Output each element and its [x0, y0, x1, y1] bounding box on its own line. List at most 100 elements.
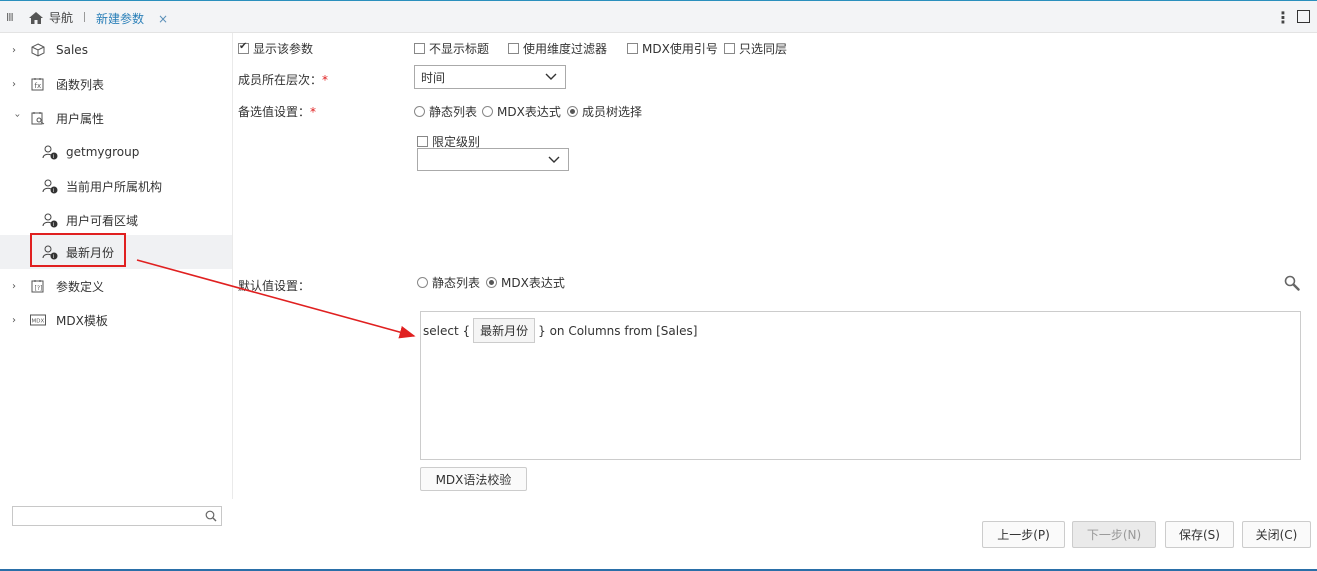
- more-options-icon[interactable]: ⋮: [1275, 8, 1291, 27]
- member-level-value: 时间: [421, 71, 446, 85]
- required-mark: *: [322, 73, 329, 87]
- tree-search-input[interactable]: [12, 506, 222, 526]
- candidate-option-label: 静态列表: [429, 105, 478, 119]
- tab-new-parameter[interactable]: 新建参数 ×: [96, 10, 168, 27]
- chevron-down-icon[interactable]: ›: [12, 113, 23, 123]
- checkbox-checked-icon[interactable]: [238, 41, 249, 54]
- tab-bar: III 导航 新建参数 × ⋮: [0, 0, 1317, 33]
- mdx-param-token[interactable]: 最新月份: [473, 318, 536, 343]
- tab-home[interactable]: 导航: [28, 9, 73, 26]
- tree-item-user-area[interactable]: i 用户可看区域: [0, 203, 232, 237]
- use-dimension-filter-label: 使用维度过滤器: [523, 42, 608, 56]
- tree-item-getmygroup[interactable]: i getmygroup: [0, 135, 232, 169]
- tree-item-label: 参数定义: [56, 279, 105, 294]
- tree-item-label: getmygroup: [66, 145, 140, 159]
- user-attribute-icon: [30, 110, 46, 126]
- radio-icon[interactable]: [417, 277, 428, 288]
- checkbox-icon[interactable]: [508, 43, 519, 54]
- only-same-level-label: 只选同层: [739, 42, 788, 56]
- maximize-icon[interactable]: [1297, 10, 1310, 23]
- limit-level-label: 限定级别: [432, 135, 481, 149]
- tree-item-user-attributes[interactable]: › 用户属性: [0, 101, 232, 135]
- search-icon[interactable]: [205, 510, 217, 522]
- tree-item-label: 用户可看区域: [66, 213, 139, 228]
- tab-divider: [84, 12, 85, 22]
- default-option-label: 静态列表: [432, 276, 481, 290]
- candidate-label-text: 备选值设置：: [238, 105, 311, 119]
- default-label: 默认值设置：: [238, 279, 311, 293]
- radio-icon[interactable]: [414, 106, 425, 117]
- candidate-member-tree-radio[interactable]: 成员树选择: [567, 103, 642, 120]
- tab-new-parameter-label: 新建参数: [96, 12, 145, 26]
- limit-level-select[interactable]: [417, 148, 569, 171]
- mdx-use-quotes-label: MDX使用引号: [642, 42, 718, 56]
- mdx-expression-editor[interactable]: select { 最新月份 } on Columns from [Sales]: [420, 311, 1301, 460]
- checkbox-icon[interactable]: [627, 43, 638, 54]
- chevron-right-icon[interactable]: ›: [12, 79, 22, 90]
- tree-item-label: 函数列表: [56, 77, 105, 92]
- function-list-icon: fx: [30, 76, 46, 92]
- tree-item-label: Sales: [56, 43, 88, 57]
- menu-toggle-icon[interactable]: III: [6, 11, 14, 24]
- home-icon: [29, 11, 43, 24]
- tree-item-label: MDX模板: [56, 313, 108, 328]
- chevron-right-icon[interactable]: ›: [12, 315, 22, 326]
- default-static-radio[interactable]: 静态列表: [417, 274, 480, 291]
- mdx-prefix-text: select {: [423, 323, 471, 338]
- close-icon[interactable]: ×: [158, 12, 168, 26]
- svg-text:[?]: [?]: [35, 285, 43, 292]
- tree-item-user-org[interactable]: i 当前用户所属机构: [0, 169, 232, 203]
- candidate-option-label: MDX表达式: [497, 105, 561, 119]
- required-mark: *: [310, 105, 317, 119]
- mdx-use-quotes-checkbox[interactable]: MDX使用引号: [627, 40, 718, 57]
- only-same-level-checkbox[interactable]: 只选同层: [724, 40, 787, 57]
- candidate-label: 备选值设置：*: [238, 103, 316, 120]
- search-icon[interactable]: [1284, 275, 1300, 291]
- save-button[interactable]: 保存(S): [1165, 521, 1234, 548]
- chevron-right-icon[interactable]: ›: [12, 281, 22, 292]
- hide-title-label: 不显示标题: [429, 42, 490, 56]
- candidate-static-radio[interactable]: 静态列表: [414, 103, 477, 120]
- hide-title-checkbox[interactable]: 不显示标题: [414, 40, 489, 57]
- mdx-template-icon: MDX: [30, 312, 46, 328]
- mdx-check-button[interactable]: MDX语法校验: [420, 467, 527, 491]
- cube-icon: [30, 42, 46, 58]
- use-dimension-filter-checkbox[interactable]: 使用维度过滤器: [508, 40, 607, 57]
- next-button[interactable]: 下一步(N): [1072, 521, 1156, 548]
- chevron-right-icon[interactable]: ›: [12, 45, 22, 56]
- candidate-option-label: 成员树选择: [582, 105, 643, 119]
- chevron-down-icon: [545, 73, 557, 80]
- svg-text:i: i: [53, 154, 54, 160]
- candidate-mdx-radio[interactable]: MDX表达式: [482, 103, 561, 120]
- svg-text:i: i: [53, 222, 54, 228]
- tree-item-label: 当前用户所属机构: [66, 179, 163, 194]
- checkbox-icon[interactable]: [417, 136, 428, 147]
- tab-home-label: 导航: [49, 11, 74, 25]
- user-info-icon: i: [42, 212, 58, 228]
- tree-item-param-definition[interactable]: › [?] 参数定义: [0, 269, 232, 303]
- tree-item-sales[interactable]: › Sales: [0, 33, 232, 67]
- prev-button[interactable]: 上一步(P): [982, 521, 1065, 548]
- svg-text:MDX: MDX: [32, 319, 45, 325]
- radio-selected-icon[interactable]: [486, 277, 497, 288]
- svg-text:i: i: [53, 188, 54, 194]
- radio-icon[interactable]: [482, 106, 493, 117]
- tree-item-label: 用户属性: [56, 111, 105, 126]
- member-level-label-text: 成员所在层次：: [238, 73, 323, 87]
- show-param-checkbox[interactable]: 显示该参数: [238, 40, 313, 57]
- param-definition-icon: [?]: [30, 278, 46, 294]
- annotation-highlight-box: [30, 233, 126, 267]
- user-info-icon: i: [42, 178, 58, 194]
- show-param-label: 显示该参数: [253, 42, 314, 56]
- checkbox-icon[interactable]: [414, 43, 425, 54]
- mdx-suffix-text: } on Columns from [Sales]: [538, 323, 698, 338]
- checkbox-icon[interactable]: [724, 43, 735, 54]
- member-level-select[interactable]: 时间: [414, 65, 566, 89]
- default-mdx-radio[interactable]: MDX表达式: [486, 274, 565, 291]
- close-button[interactable]: 关闭(C): [1242, 521, 1311, 548]
- tree-item-function-list[interactable]: › fx 函数列表: [0, 67, 232, 101]
- svg-text:fx: fx: [35, 82, 42, 90]
- radio-selected-icon[interactable]: [567, 106, 578, 117]
- default-option-label: MDX表达式: [501, 276, 565, 290]
- tree-item-mdx-template[interactable]: › MDX MDX模板: [0, 303, 232, 337]
